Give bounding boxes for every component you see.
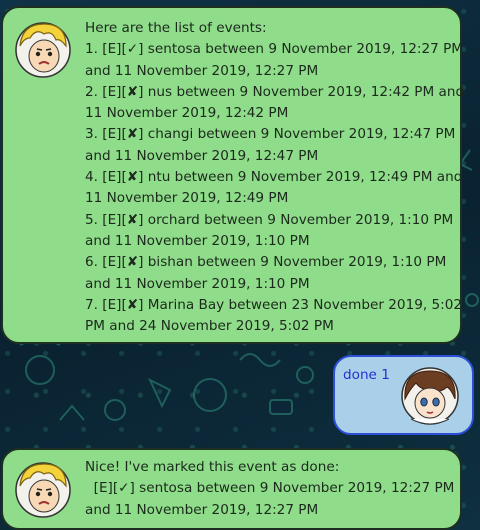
message-line: 7. [E][✘] Marina Bay between 23 November… [85, 296, 463, 313]
message-line: and 11 November 2019, 12:47 PM [85, 147, 319, 164]
message-line: 2. [E][✘] nus between 9 November 2019, 1… [85, 83, 465, 100]
user-message-text: done 1 [343, 367, 390, 383]
duke-done-bubble: Nice! I've marked this event as done: [E… [1, 448, 462, 530]
user-message-bubble: done 1 [333, 355, 474, 435]
message-line: 5. [E][✘] orchard between 9 November 201… [85, 211, 454, 228]
message-line: 11 November 2019, 12:49 PM [85, 190, 289, 207]
message-line: and 11 November 2019, 12:27 PM [85, 501, 319, 518]
message-line: Nice! I've marked this event as done: [85, 459, 340, 475]
message-line: 11 November 2019, 12:42 PM [85, 105, 289, 122]
duke-list-bubble: Here are the list of events: 1. [E][✓] s… [1, 6, 465, 344]
message-line: 4. [E][✘] ntu between 9 November 2019, 1… [85, 169, 463, 186]
user-avatar-icon [401, 367, 459, 425]
duke-done-text: Nice! I've marked this event as done: [E… [85, 457, 455, 521]
message-line: 3. [E][✘] changi between 9 November 2019… [85, 126, 456, 143]
message-line: 6. [E][✘] bishan between 9 November 2019… [85, 254, 447, 271]
message-line: [E][✓] sentosa between 9 November 2019, … [85, 480, 455, 497]
message-line: and 11 November 2019, 1:10 PM [85, 275, 310, 292]
message-line: and 11 November 2019, 12:27 PM [85, 62, 319, 79]
duke-avatar-icon [15, 22, 71, 78]
duke-avatar-icon [15, 462, 71, 518]
message-line: 1. [E][✓] sentosa between 9 November 201… [85, 41, 464, 58]
message-line: PM and 24 November 2019, 5:02 PM [85, 318, 334, 335]
message-line: Here are the list of events: [85, 20, 267, 36]
message-line: and 11 November 2019, 1:10 PM [85, 232, 310, 249]
duke-list-text: Here are the list of events: 1. [E][✓] s… [85, 18, 465, 337]
